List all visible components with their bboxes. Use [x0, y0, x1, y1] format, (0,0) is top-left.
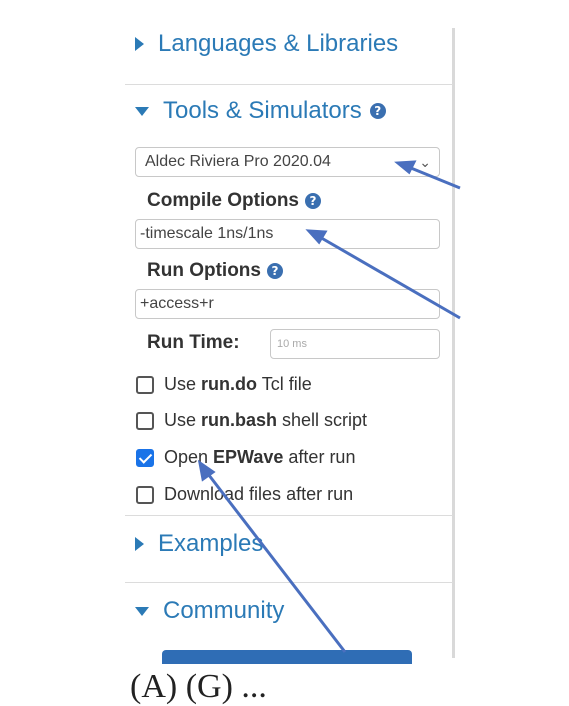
run-options-input[interactable]: +access+r	[135, 289, 440, 319]
run-options-text: Run Options	[147, 260, 261, 281]
option-label: Download files after run	[164, 484, 354, 504]
compile-options-label: Compile Options ?	[147, 190, 321, 212]
divider	[125, 515, 453, 516]
option-run-do[interactable]: Use run.do Tcl file	[136, 374, 312, 395]
help-icon[interactable]: ?	[369, 103, 386, 119]
caret-down-icon	[135, 606, 149, 616]
section-community[interactable]: Community	[135, 597, 284, 625]
caption-text: (A) (G) ...	[130, 668, 267, 705]
option-run-bash[interactable]: Use run.bash shell script	[136, 410, 367, 431]
caret-right-icon	[135, 537, 144, 551]
option-label: Use run.bash shell script	[164, 410, 368, 430]
section-label: Languages & Libraries	[158, 30, 399, 57]
help-icon[interactable]: ?	[266, 263, 283, 279]
divider	[125, 582, 453, 583]
compile-options-text: Compile Options	[147, 190, 299, 211]
checkbox[interactable]	[136, 375, 154, 394]
section-languages-libraries[interactable]: Languages & Libraries	[135, 30, 398, 58]
option-open-epwave[interactable]: Open EPWave after run	[136, 447, 355, 468]
run-options-label: Run Options ?	[147, 260, 283, 282]
help-icon[interactable]: ?	[305, 193, 321, 209]
caret-down-icon	[135, 106, 149, 116]
checkbox-checked[interactable]	[136, 448, 154, 467]
run-time-placeholder: 10 ms	[277, 338, 307, 350]
option-label: Open EPWave after run	[164, 447, 356, 467]
simulator-select[interactable]: Aldec Riviera Pro 2020.04 ⌄	[135, 147, 440, 177]
run-time-label: Run Time:	[147, 332, 240, 354]
section-tools-simulators[interactable]: Tools & Simulators ?	[135, 97, 386, 125]
option-label: Use run.do Tcl file	[164, 374, 312, 394]
run-options-value: +access+r	[140, 295, 214, 312]
section-label: Examples	[158, 530, 264, 557]
chevron-down-icon: ⌄	[419, 154, 431, 170]
option-download-files[interactable]: Download files after run	[136, 484, 353, 505]
section-examples[interactable]: Examples	[135, 530, 263, 558]
community-button[interactable]	[162, 650, 412, 664]
checkbox[interactable]	[136, 411, 154, 430]
settings-panel: Languages & Libraries Tools & Simulators…	[125, 0, 455, 700]
section-label: Tools & Simulators	[163, 97, 362, 124]
divider	[125, 84, 453, 85]
simulator-selected-value: Aldec Riviera Pro 2020.04	[145, 153, 331, 170]
compile-options-input[interactable]: -timescale 1ns/1ns	[135, 219, 440, 249]
run-time-input[interactable]: 10 ms	[270, 329, 440, 359]
checkbox[interactable]	[136, 485, 154, 504]
run-time-text: Run Time:	[147, 332, 240, 353]
caret-right-icon	[135, 37, 144, 51]
compile-options-value: -timescale 1ns/1ns	[140, 225, 274, 242]
section-label: Community	[163, 597, 285, 624]
